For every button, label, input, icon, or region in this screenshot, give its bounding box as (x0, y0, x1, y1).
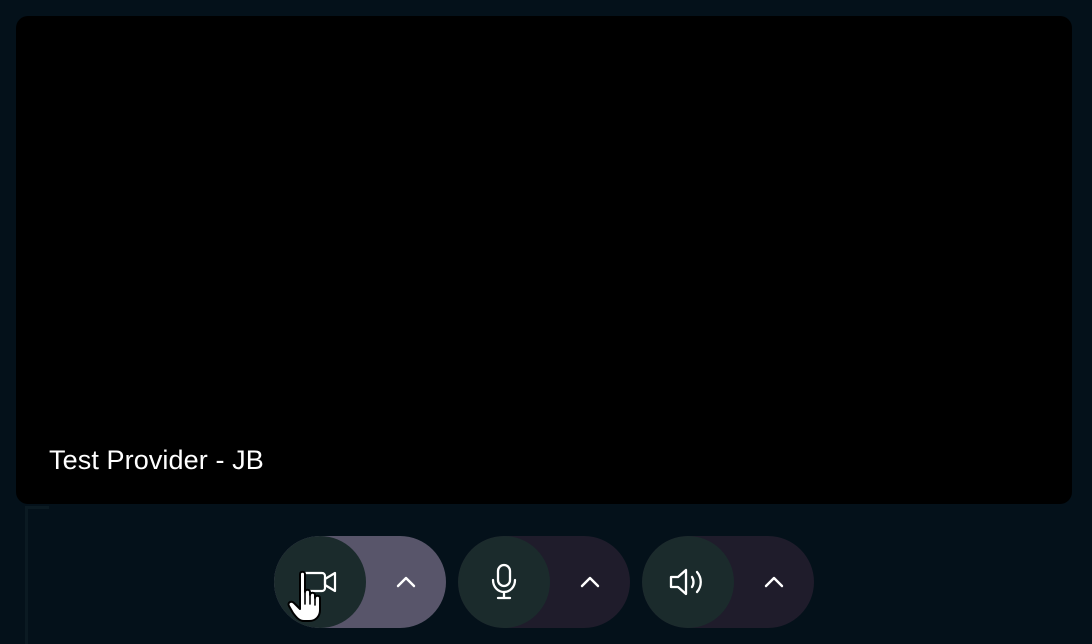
camera-control-group (274, 536, 446, 628)
chevron-up-icon (395, 575, 417, 589)
microphone-control-group (458, 536, 630, 628)
chevron-up-icon (763, 575, 785, 589)
speaker-options-button[interactable] (734, 536, 814, 628)
microphone-options-button[interactable] (550, 536, 630, 628)
speaker-control-group (642, 536, 814, 628)
divider (25, 506, 28, 644)
camera-toggle-button[interactable] (274, 536, 366, 628)
video-tile: Test Provider - JB (16, 16, 1072, 504)
microphone-icon (489, 563, 519, 601)
divider (25, 506, 49, 509)
speaker-icon (668, 566, 708, 598)
call-controls-bar (274, 536, 814, 628)
chevron-up-icon (579, 575, 601, 589)
microphone-toggle-button[interactable] (458, 536, 550, 628)
video-camera-icon (300, 568, 340, 596)
camera-options-button[interactable] (366, 536, 446, 628)
speaker-toggle-button[interactable] (642, 536, 734, 628)
participant-name-label: Test Provider - JB (49, 445, 264, 475)
